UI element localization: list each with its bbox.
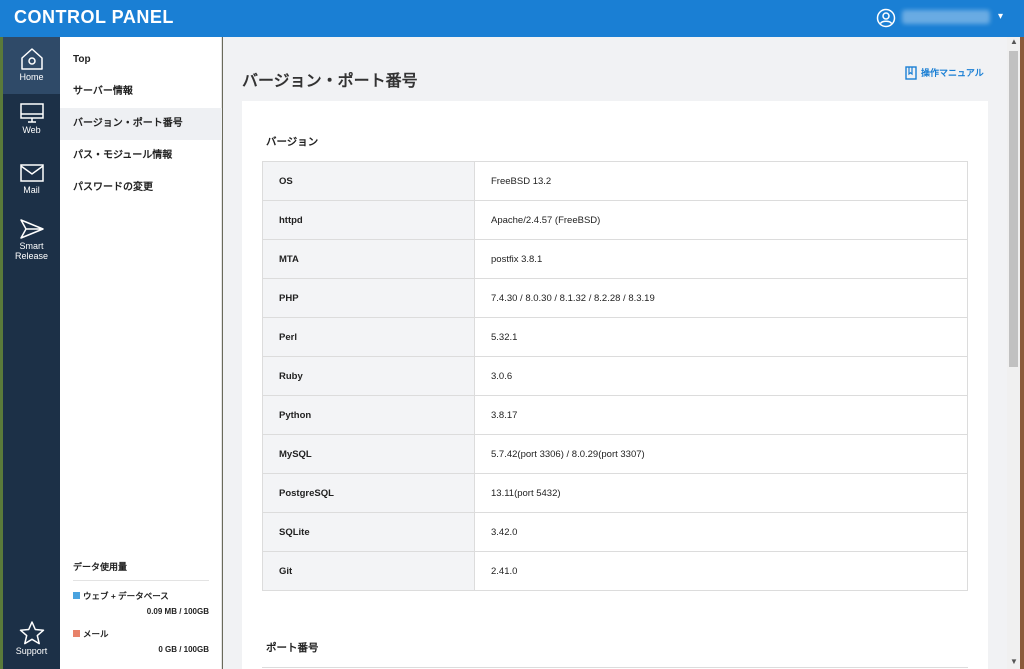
table-row: PostgreSQL 13.11(port 5432) [262, 473, 968, 513]
usage-mail-label: メール [83, 629, 109, 639]
chevron-down-icon[interactable]: ▾ [998, 11, 1003, 22]
version-name-cell: SQLite [262, 512, 475, 552]
nav-smart-release[interactable]: Smart Release [3, 217, 60, 267]
subnav-item-password-change[interactable]: パスワードの変更 [60, 172, 222, 204]
usage-mail-value: 0 GB / 100GB [158, 645, 209, 654]
usage-mail-swatch [73, 630, 80, 637]
version-name-cell: MySQL [262, 434, 475, 474]
usage-web-db: ウェブ + データベース [73, 590, 209, 602]
version-name-cell: Ruby [262, 356, 475, 396]
scroll-up-icon[interactable]: ▲ [1010, 37, 1018, 46]
book-icon [905, 66, 917, 80]
version-value-cell: 3.0.6 [474, 356, 968, 396]
table-row: Perl 5.32.1 [262, 317, 968, 357]
table-row: MTA postfix 3.8.1 [262, 239, 968, 279]
version-value-cell: postfix 3.8.1 [474, 239, 968, 279]
version-name-cell: PHP [262, 278, 475, 318]
version-section-title: バージョン [266, 136, 319, 148]
user-icon[interactable] [876, 8, 896, 28]
send-icon [19, 219, 44, 239]
nav-support[interactable]: Support [3, 620, 60, 665]
version-value-cell: 5.7.42(port 3306) / 8.0.29(port 3307) [474, 434, 968, 474]
version-name-cell: Python [262, 395, 475, 435]
nav-support-label: Support [15, 646, 48, 656]
port-section-title: ポート番号 [266, 642, 319, 654]
table-row: OS FreeBSD 13.2 [262, 161, 968, 201]
nav-smart-release-label-2: Release [14, 251, 49, 261]
main-content: バージョン・ポート番号 操作マニュアル バージョン OS FreeBSD 13.2… [223, 37, 1007, 669]
nav-smart-release-label-1: Smart [19, 241, 44, 251]
version-name-cell: PostgreSQL [262, 473, 475, 513]
table-row: PHP 7.4.30 / 8.0.30 / 8.1.32 / 8.2.28 / 8… [262, 278, 968, 318]
version-value-cell: 3.42.0 [474, 512, 968, 552]
subnav-item-top[interactable]: Top [60, 44, 222, 76]
usage-mail: メール [73, 628, 209, 640]
version-name-cell: Git [262, 551, 475, 591]
nav-mail[interactable]: Mail [3, 161, 60, 211]
usage-web-db-value: 0.09 MB / 100GB [146, 607, 209, 616]
version-name-cell: httpd [262, 200, 475, 240]
version-value-cell: 2.41.0 [474, 551, 968, 591]
scrollbar-thumb[interactable] [1009, 51, 1018, 367]
table-row: SQLite 3.42.0 [262, 512, 968, 552]
usage-web-db-label: ウェブ + データベース [83, 591, 169, 601]
version-value-cell: 5.32.1 [474, 317, 968, 357]
data-usage-panel: データ使用量 ウェブ + データベース 0.09 MB / 100GB メール … [73, 560, 209, 654]
version-value-cell: 13.11(port 5432) [474, 473, 968, 513]
subnav-item-server-info[interactable]: サーバー情報 [60, 76, 222, 108]
page-title: バージョン・ポート番号 [242, 73, 418, 90]
nav-home[interactable]: Home [3, 37, 60, 94]
version-value-cell: FreeBSD 13.2 [474, 161, 968, 201]
table-row: httpd Apache/2.4.57 (FreeBSD) [262, 200, 968, 240]
table-row: MySQL 5.7.42(port 3306) / 8.0.29(port 330… [262, 434, 968, 474]
version-name-cell: OS [262, 161, 475, 201]
subnav-item-path-module[interactable]: パス・モジュール情報 [60, 140, 222, 172]
version-value-cell: 3.8.17 [474, 395, 968, 435]
nav-home-label: Home [19, 72, 44, 82]
brand-logo[interactable]: CONTROL PANEL [14, 7, 174, 28]
monitor-icon [19, 103, 44, 123]
table-row: Git 2.41.0 [262, 551, 968, 591]
top-bar: CONTROL PANEL ▾ [0, 0, 1024, 37]
version-value-cell: 7.4.30 / 8.0.30 / 8.1.32 / 8.2.28 / 8.3.… [474, 278, 968, 318]
manual-link-label: 操作マニュアル [921, 68, 984, 78]
mail-icon [19, 164, 44, 182]
version-name-cell: Perl [262, 317, 475, 357]
version-table: OS FreeBSD 13.2 httpd Apache/2.4.57 (FreeBS… [262, 161, 968, 591]
nav-mail-label: Mail [23, 185, 40, 195]
table-row: Python 3.8.17 [262, 395, 968, 435]
version-value-cell: Apache/2.4.57 (FreeBSD) [474, 200, 968, 240]
version-card: バージョン OS FreeBSD 13.2 httpd Apache/2.4.57 (… [242, 101, 988, 669]
port-table-top-border [262, 667, 968, 668]
nav-web[interactable]: Web [3, 101, 60, 151]
star-icon [19, 621, 44, 645]
data-usage-title: データ使用量 [73, 560, 209, 581]
subnav-item-version-port[interactable]: バージョン・ポート番号 [60, 108, 222, 140]
nav-web-label: Web [22, 125, 41, 135]
vertical-scrollbar[interactable]: ▲ ▼ [1007, 37, 1020, 669]
manual-link[interactable]: 操作マニュアル [905, 66, 984, 80]
scroll-down-icon[interactable]: ▼ [1010, 657, 1018, 666]
desktop-background-right [1020, 37, 1024, 669]
sub-navigation: Top サーバー情報 バージョン・ポート番号 パス・モジュール情報 パスワードの… [60, 37, 222, 669]
usage-web-db-swatch [73, 592, 80, 599]
icon-sidebar: Home Web Mail Smart Release Support [3, 37, 60, 669]
table-row: Ruby 3.0.6 [262, 356, 968, 396]
user-name-blurred[interactable] [902, 10, 990, 24]
home-icon [20, 48, 43, 70]
version-name-cell: MTA [262, 239, 475, 279]
